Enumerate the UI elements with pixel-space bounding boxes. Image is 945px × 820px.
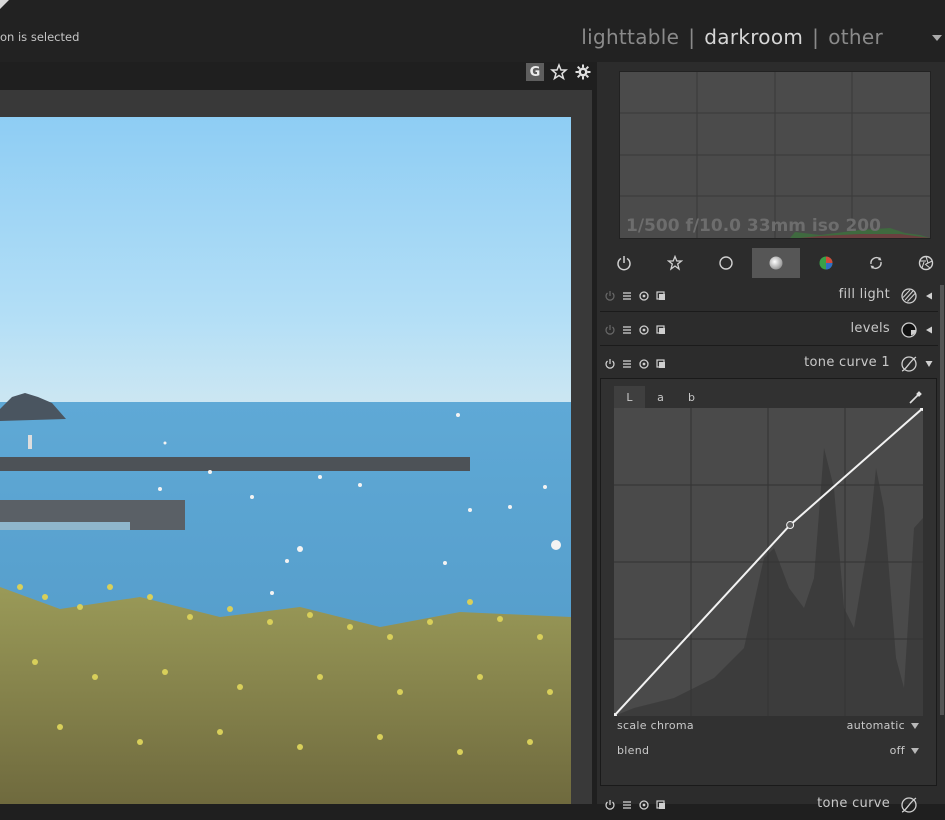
- basic-circle-icon: [719, 256, 733, 270]
- tone-curve-module-icon: [901, 797, 917, 813]
- channel-tabs: L a b: [614, 386, 707, 408]
- tone-sphere-icon: [769, 256, 783, 270]
- module-levels-header[interactable]: levels: [600, 315, 938, 345]
- harbor-photo-image: [0, 117, 571, 804]
- scale-chroma-value: automatic: [846, 719, 905, 732]
- reset-icon[interactable]: [638, 324, 650, 336]
- reset-icon[interactable]: [638, 290, 650, 302]
- fill-light-module-icon: [901, 288, 917, 304]
- multi-instance-icon[interactable]: [655, 358, 667, 370]
- view-darkroom[interactable]: darkroom: [704, 25, 803, 49]
- histogram[interactable]: 1/500 f/10.0 33mm iso 200: [619, 71, 931, 239]
- power-icon[interactable]: [604, 358, 616, 370]
- expand-left-arrow-icon[interactable]: [925, 326, 933, 334]
- presets-menu-icon[interactable]: [621, 324, 633, 336]
- view-other[interactable]: other: [828, 25, 883, 49]
- view-separator: |: [812, 25, 820, 49]
- module-name: fill light: [838, 287, 890, 302]
- group-favorites-button[interactable]: [651, 248, 699, 278]
- module-name: levels: [850, 321, 890, 336]
- blend-label: blend: [617, 744, 650, 757]
- star-icon[interactable]: [550, 63, 568, 81]
- group-basic-button[interactable]: [702, 248, 750, 278]
- curve-node[interactable]: [786, 521, 795, 530]
- divider: [600, 345, 938, 346]
- chevron-down-icon: [911, 748, 919, 754]
- reset-icon[interactable]: [638, 358, 650, 370]
- collapse-down-arrow-icon[interactable]: [925, 360, 933, 368]
- divider: [600, 311, 938, 312]
- tone-curve-module-icon: [901, 356, 917, 372]
- blend-value: off: [889, 744, 905, 757]
- view-lighttable[interactable]: lighttable: [581, 25, 679, 49]
- group-tone-button[interactable]: [752, 248, 800, 278]
- module-tone-curve-header[interactable]: tone curve 1: [600, 349, 938, 379]
- view-toolbar: G: [526, 62, 592, 82]
- group-effect-button[interactable]: [902, 248, 945, 278]
- power-icon: [617, 256, 631, 271]
- exif-info: 1/500 f/10.0 33mm iso 200: [626, 216, 881, 236]
- levels-module-icon: [901, 322, 917, 338]
- module-fill-light-header[interactable]: fill light: [600, 281, 938, 311]
- color-wheel-icon: [819, 256, 833, 270]
- group-correct-button[interactable]: [852, 248, 900, 278]
- module-name: tone curve 1: [804, 355, 890, 370]
- group-active-modules-button[interactable]: [600, 248, 648, 278]
- tone-curve-graph[interactable]: [614, 408, 923, 716]
- scale-chroma-combobox[interactable]: automatic: [847, 719, 919, 732]
- group-color-button[interactable]: [802, 248, 850, 278]
- power-icon[interactable]: [604, 799, 616, 811]
- multi-instance-icon[interactable]: [655, 799, 667, 811]
- module-tone-curve-next-header[interactable]: tone curve: [600, 790, 938, 820]
- presets-menu-icon[interactable]: [621, 358, 633, 370]
- view-switcher: lighttable | darkroom | other: [581, 25, 883, 49]
- expand-left-arrow-icon[interactable]: [925, 292, 933, 300]
- presets-menu-icon[interactable]: [621, 290, 633, 302]
- top-bar: on is selected lighttable | darkroom | other: [0, 0, 945, 62]
- scale-chroma-label: scale chroma: [617, 719, 694, 732]
- reset-icon[interactable]: [638, 799, 650, 811]
- tab-b[interactable]: b: [676, 386, 707, 408]
- correct-arrows-icon: [870, 257, 882, 269]
- photo-preview[interactable]: [0, 117, 571, 804]
- collapse-left-arrow-icon[interactable]: [0, 0, 9, 9]
- power-icon[interactable]: [604, 324, 616, 336]
- tab-a[interactable]: a: [645, 386, 676, 408]
- histogram-grid: [620, 72, 930, 238]
- favorites-star-icon: [667, 255, 683, 271]
- tab-l[interactable]: L: [614, 386, 645, 408]
- module-groups-bar: [600, 248, 945, 278]
- gear-icon[interactable]: [574, 63, 592, 81]
- blend-combobox[interactable]: off: [890, 744, 919, 757]
- power-icon[interactable]: [604, 290, 616, 302]
- chevron-down-icon: [911, 723, 919, 729]
- multi-instance-icon[interactable]: [655, 290, 667, 302]
- presets-menu-icon[interactable]: [621, 799, 633, 811]
- multi-instance-icon[interactable]: [655, 324, 667, 336]
- grouping-button[interactable]: G: [526, 63, 544, 81]
- right-panel-scrollbar[interactable]: [940, 285, 944, 715]
- color-picker-icon[interactable]: [907, 390, 923, 406]
- chevron-down-icon[interactable]: [932, 35, 942, 41]
- view-separator: |: [688, 25, 696, 49]
- selection-status: on is selected: [0, 30, 80, 44]
- effect-aperture-icon: [918, 255, 934, 271]
